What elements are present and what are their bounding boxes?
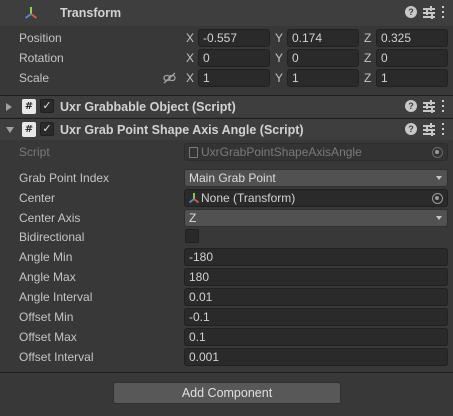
shape-axis-title: Uxr Grab Point Shape Axis Angle (Script) (60, 123, 304, 137)
object-picker-icon (432, 147, 443, 158)
bidirectional-checkbox[interactable] (185, 229, 199, 243)
rotation-z-label[interactable]: Z (364, 51, 371, 65)
angle-interval-row: Angle Interval 0.01 (0, 287, 453, 307)
script-label: Script (19, 145, 50, 159)
position-row: Position X -0.557 Y 0.174 Z 0.325 (0, 28, 453, 48)
foldout-expanded-icon[interactable] (6, 127, 14, 133)
grab-point-index-dropdown[interactable]: Main Grab Point (184, 169, 448, 187)
add-component-button[interactable]: Add Component (113, 382, 341, 404)
position-z-label[interactable]: Z (364, 31, 371, 45)
rotation-x-label[interactable]: X (186, 51, 194, 65)
center-label: Center (19, 191, 56, 205)
offset-interval-label: Offset Interval (19, 350, 94, 364)
component-divider (0, 372, 453, 373)
bidirectional-row: Bidirectional (0, 227, 453, 247)
angle-min-label: Angle Min (19, 250, 73, 264)
foldout-collapsed-icon[interactable] (6, 103, 12, 111)
kebab-menu-icon[interactable] (441, 6, 445, 18)
kebab-menu-icon[interactable] (441, 100, 445, 112)
shape-axis-angle-header[interactable]: # ✓ Uxr Grab Point Shape Axis Angle (Scr… (0, 118, 453, 140)
offset-max-label: Offset Max (19, 330, 77, 344)
transform-title: Transform (60, 6, 122, 20)
rotation-x-field[interactable]: 0 (198, 49, 270, 67)
offset-max-field[interactable]: 0.1 (184, 328, 448, 346)
script-field-value: UxrGrabPointShapeAxisAngle (201, 145, 362, 159)
help-icon[interactable]: ? (405, 6, 417, 18)
position-y-field[interactable]: 0.174 (287, 29, 359, 47)
constrain-proportions-link-icon[interactable] (163, 72, 176, 84)
angle-interval-field[interactable]: 0.01 (184, 288, 448, 306)
script-hash-icon: # (22, 99, 36, 114)
script-hash-icon: # (22, 122, 36, 137)
offset-max-row: Offset Max 0.1 (0, 327, 453, 347)
shape-axis-enabled-checkbox[interactable]: ✓ (40, 122, 54, 136)
object-picker-icon[interactable] (432, 193, 443, 204)
scale-x-field[interactable]: 1 (198, 69, 270, 87)
preset-settings-icon[interactable] (423, 6, 435, 19)
scale-row: Scale X 1 Y 1 Z 1 (0, 68, 453, 88)
center-axis-label: Center Axis (19, 211, 81, 225)
scale-y-label[interactable]: Y (275, 71, 283, 85)
kebab-menu-icon[interactable] (441, 123, 445, 135)
center-row: Center None (Transform) (0, 188, 453, 208)
center-axis-row: Center Axis Z (0, 208, 453, 228)
scale-label: Scale (19, 71, 50, 85)
angle-min-field[interactable]: -180 (184, 248, 448, 266)
offset-interval-row: Offset Interval 0.001 (0, 347, 453, 367)
grabbable-object-header[interactable]: # ✓ Uxr Grabbable Object (Script) ? (0, 95, 453, 117)
angle-interval-label: Angle Interval (19, 290, 93, 304)
transform-header[interactable]: Transform ? (0, 0, 453, 26)
preset-settings-icon[interactable] (423, 100, 435, 113)
position-x-field[interactable]: -0.557 (198, 29, 270, 47)
help-icon[interactable]: ? (405, 100, 417, 112)
grab-point-index-label: Grab Point Index (19, 171, 110, 185)
grab-point-index-row: Grab Point Index Main Grab Point (0, 168, 453, 188)
rotation-y-field[interactable]: 0 (287, 49, 359, 67)
position-label: Position (19, 31, 62, 45)
offset-min-row: Offset Min -0.1 (0, 307, 453, 327)
rotation-label: Rotation (19, 51, 64, 65)
script-row: Script UxrGrabPointShapeAxisAngle (0, 142, 453, 162)
grab-point-index-value: Main Grab Point (189, 171, 276, 185)
offset-min-label: Offset Min (19, 310, 74, 324)
angle-max-label: Angle Max (19, 270, 76, 284)
center-object-field[interactable]: None (Transform) (184, 189, 448, 207)
position-z-field[interactable]: 0.325 (376, 29, 448, 47)
transform-axes-icon (188, 192, 200, 204)
grabbable-title: Uxr Grabbable Object (Script) (60, 100, 236, 114)
transform-axes-icon (24, 6, 38, 20)
scale-y-field[interactable]: 1 (287, 69, 359, 87)
center-axis-dropdown[interactable]: Z (184, 209, 448, 227)
position-y-label[interactable]: Y (275, 31, 283, 45)
angle-max-row: Angle Max 180 (0, 267, 453, 287)
center-field-value: None (Transform) (201, 191, 296, 205)
center-axis-value: Z (189, 211, 197, 225)
chevron-down-icon (436, 216, 442, 220)
offset-min-field[interactable]: -0.1 (184, 308, 448, 326)
help-icon[interactable]: ? (405, 123, 417, 135)
position-x-label[interactable]: X (186, 31, 194, 45)
scale-z-field[interactable]: 1 (376, 69, 448, 87)
rotation-y-label[interactable]: Y (275, 51, 283, 65)
script-file-icon (189, 147, 198, 158)
script-field: UxrGrabPointShapeAxisAngle (184, 143, 448, 161)
grabbable-enabled-checkbox[interactable]: ✓ (40, 99, 54, 113)
rotation-z-field[interactable]: 0 (376, 49, 448, 67)
rotation-row: Rotation X 0 Y 0 Z 0 (0, 48, 453, 68)
scale-z-label[interactable]: Z (364, 71, 371, 85)
angle-max-field[interactable]: 180 (184, 268, 448, 286)
offset-interval-field[interactable]: 0.001 (184, 348, 448, 366)
bidirectional-label: Bidirectional (19, 230, 85, 244)
chevron-down-icon (436, 176, 442, 180)
angle-min-row: Angle Min -180 (0, 247, 453, 267)
preset-settings-icon[interactable] (423, 123, 435, 136)
scale-x-label[interactable]: X (186, 71, 194, 85)
